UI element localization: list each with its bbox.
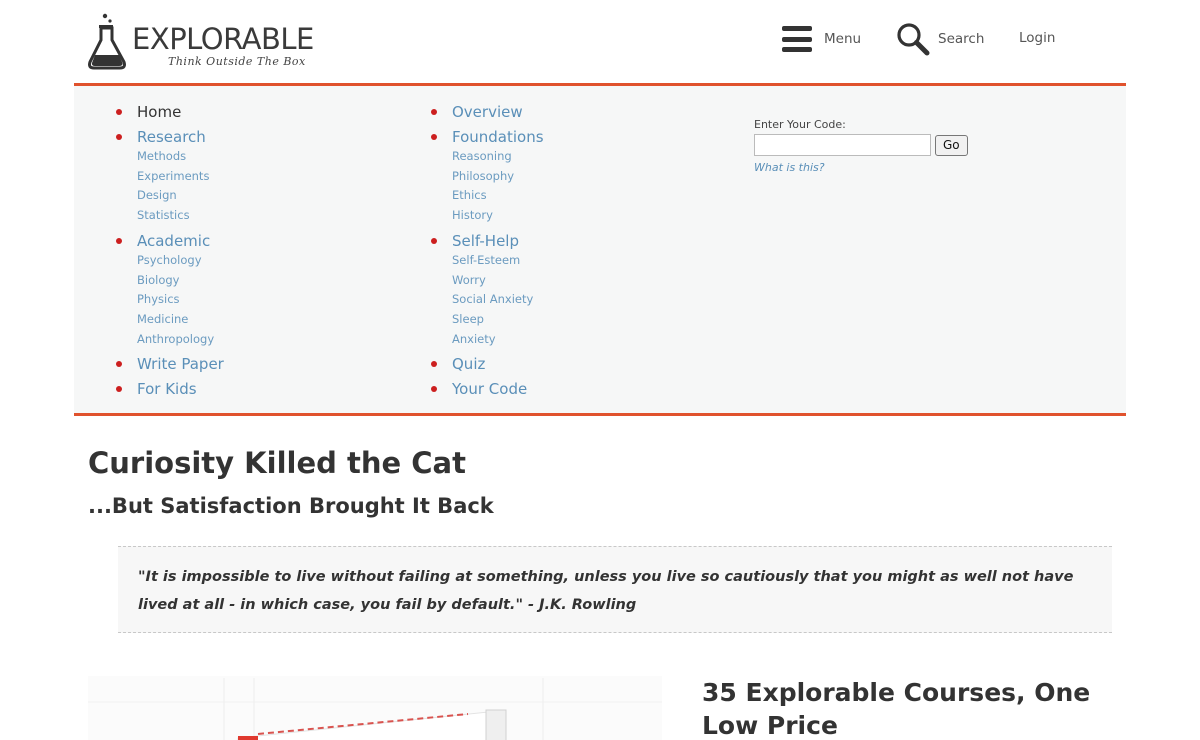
nav-link[interactable]: Your Code: [452, 379, 544, 399]
nav-link[interactable]: Academic: [137, 231, 224, 251]
nav-link[interactable]: Overview: [452, 102, 544, 122]
menu-button[interactable]: Menu: [782, 24, 861, 54]
promo-title: 35 Explorable Courses, One Low Price: [702, 678, 1091, 740]
nav-item: For Kids: [116, 379, 224, 399]
nav-sublink[interactable]: Social Anxiety: [452, 290, 544, 310]
menu-label: Menu: [824, 31, 862, 47]
nav-item: Academic Psychology Biology Physics Medicine…: [116, 231, 224, 350]
flask-icon: [88, 13, 126, 70]
login-link[interactable]: Login: [1019, 30, 1055, 46]
bullet-icon: [116, 361, 122, 368]
nav-item: Research Methods Experiments Design Statisti…: [116, 127, 224, 226]
nav-item: Foundations Reasoning Philosophy Ethics Hist…: [431, 127, 544, 226]
nav-panel: Home Research Methods Experiments Design Stat…: [74, 83, 1126, 416]
nav-sublink[interactable]: Medicine: [137, 310, 224, 330]
logo-wordmark: EXPLORABLE: [132, 22, 314, 56]
nav-sublink[interactable]: Biology: [137, 271, 224, 291]
what-is-this-link[interactable]: What is this?: [754, 161, 968, 174]
nav-sublink[interactable]: Psychology: [137, 251, 224, 271]
code-row: Go: [754, 134, 968, 156]
page-title: Curiosity Killed the Cat: [88, 446, 466, 480]
nav-link[interactable]: Research: [137, 127, 224, 147]
promo-graphic: [88, 676, 662, 740]
nav-sublink[interactable]: Ethics: [452, 186, 544, 206]
nav-sublink[interactable]: Reasoning: [452, 147, 544, 167]
nav-item: Self-Help Self-Esteem Worry Social Anxiety S…: [431, 231, 544, 350]
bullet-icon: [116, 386, 122, 393]
bullet-icon: [431, 386, 437, 393]
nav-sublink[interactable]: Methods: [137, 147, 224, 167]
nav-sublink[interactable]: Anthropology: [137, 330, 224, 350]
bullet-icon: [116, 134, 122, 140]
search-icon: [897, 23, 930, 56]
nav-sublink[interactable]: Design: [137, 186, 224, 206]
course-promo-image[interactable]: [88, 676, 662, 740]
nav-item: Overview: [431, 102, 544, 122]
search-button[interactable]: Search: [896, 22, 984, 56]
code-label: Enter Your Code:: [754, 118, 846, 131]
nav-item: Home: [116, 102, 224, 122]
bullet-icon: [431, 134, 437, 140]
bullet-icon: [431, 109, 437, 115]
nav-link[interactable]: Write Paper: [137, 354, 224, 374]
logo-tagline: Think Outside The Box: [168, 55, 306, 68]
nav-link[interactable]: Quiz: [452, 354, 544, 374]
bullet-icon: [116, 109, 122, 115]
nav-item: Write Paper: [116, 354, 224, 374]
nav-sublink[interactable]: Sleep: [452, 310, 544, 330]
bullet-icon: [116, 237, 122, 244]
quote-text: "It is impossible to live without failin…: [138, 569, 1074, 613]
code-form: Enter Your Code: Go What is this?: [754, 118, 968, 174]
nav-link[interactable]: Foundations: [452, 127, 544, 147]
nav-sublink[interactable]: Worry: [452, 271, 544, 291]
nav-link[interactable]: For Kids: [137, 379, 224, 399]
nav-item: Quiz: [431, 354, 544, 374]
bullet-icon: [431, 237, 437, 244]
nav-sublink[interactable]: Statistics: [137, 206, 224, 226]
page-subtitle: ...But Satisfaction Brought It Back: [88, 494, 494, 518]
nav-item: Your Code: [431, 379, 544, 399]
nav-sublink[interactable]: Experiments: [137, 167, 224, 187]
nav-column-1: Home Research Methods Experiments Design Stat…: [116, 102, 224, 404]
nav-sublink[interactable]: Anxiety: [452, 330, 544, 350]
go-button[interactable]: Go: [935, 134, 968, 156]
hamburger-icon: [782, 26, 812, 52]
nav-sublink[interactable]: Philosophy: [452, 167, 544, 187]
nav-sublink[interactable]: Self-Esteem: [452, 251, 544, 271]
nav-sublink[interactable]: Physics: [137, 290, 224, 310]
site-header: EXPLORABLE Think Outside The Box Menu Se…: [74, 0, 1126, 84]
code-input[interactable]: [754, 134, 931, 156]
search-label: Search: [938, 31, 985, 47]
bullet-icon: [431, 361, 437, 368]
quote-block: "It is impossible to live without failin…: [118, 546, 1112, 633]
nav-link[interactable]: Home: [137, 102, 224, 122]
nav-column-2: Overview Foundations Reasoning Philosophy Et…: [431, 102, 544, 404]
nav-link[interactable]: Self-Help: [452, 231, 544, 251]
nav-sublink[interactable]: History: [452, 206, 544, 226]
site-logo[interactable]: EXPLORABLE Think Outside The Box: [88, 12, 318, 72]
